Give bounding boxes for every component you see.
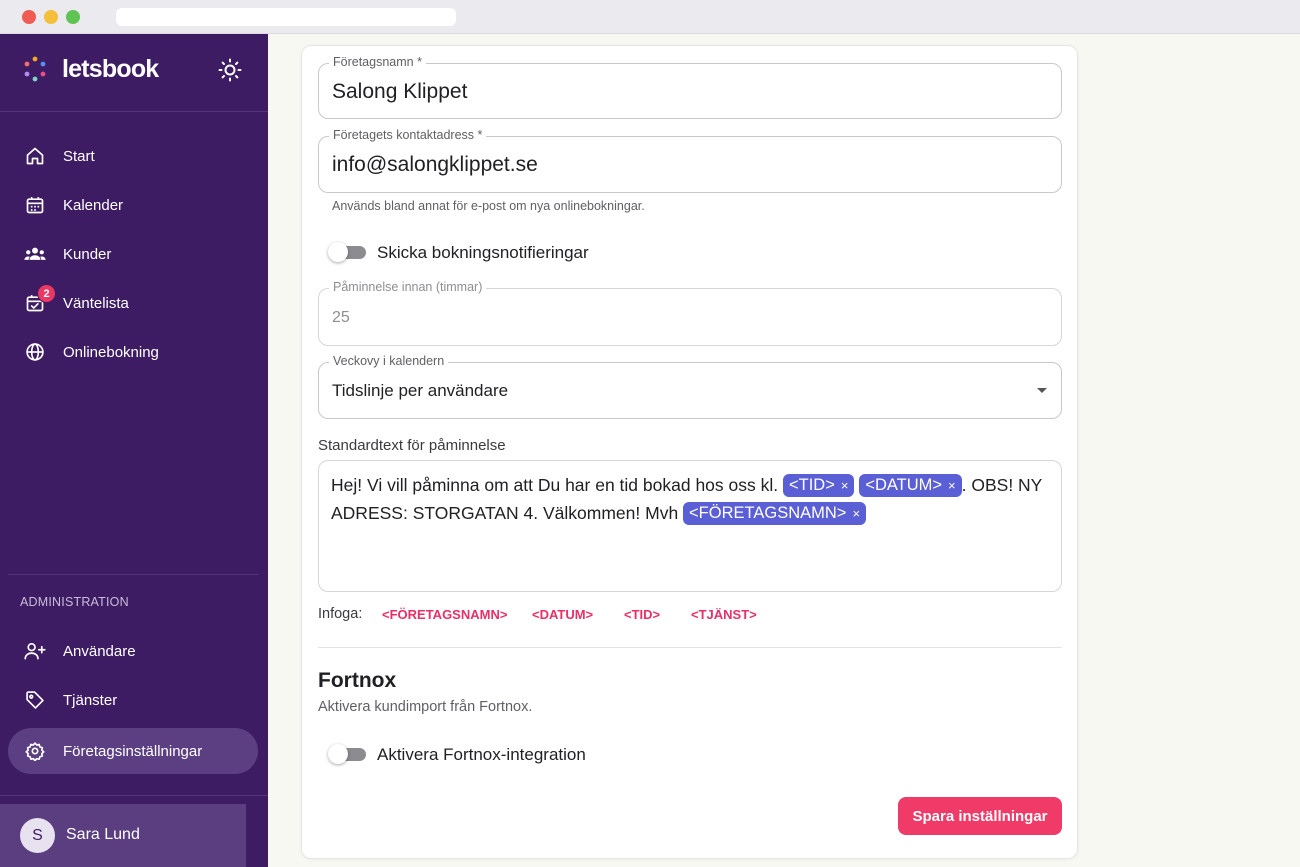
chevron-down-icon	[1037, 388, 1047, 393]
sidebar-item-kunder[interactable]: Kunder	[8, 231, 258, 277]
insert-company-tag-button[interactable]: <FÖRETAGSNAMN>	[382, 607, 507, 622]
week-view-value: Tidslinje per användare	[332, 381, 509, 400]
users-icon	[24, 244, 46, 264]
tid-token-chip[interactable]: <TID> ×	[783, 474, 855, 497]
save-settings-button[interactable]: Spara inställningar	[898, 797, 1062, 835]
week-view-select[interactable]: Veckovy i kalendern Tidslinje per använd…	[318, 354, 1062, 419]
sidebar-item-label: Onlinebokning	[63, 343, 159, 361]
reminder-hours-label: Påminnelse innan (timmar)	[329, 280, 487, 294]
sidebar-item-onlinebokning[interactable]: Onlinebokning	[8, 329, 258, 375]
sidebar: letsbook Start Kalender Kunder 2 Vänteli…	[0, 34, 268, 867]
fortnox-description: Aktivera kundimport från Fortnox.	[318, 699, 533, 715]
company-token-chip[interactable]: <FÖRETAGSNAMN> ×	[683, 502, 867, 525]
tag-icon	[24, 690, 46, 710]
close-icon[interactable]: ×	[948, 474, 956, 497]
company-name-field[interactable]: Företagsnamn * Salong Klippet	[318, 55, 1062, 119]
sidebar-item-label: Kalender	[63, 196, 124, 214]
fortnox-title: Fortnox	[318, 669, 397, 692]
company-name-input[interactable]: Salong Klippet	[332, 80, 467, 104]
avatar: S	[20, 818, 55, 853]
sidebar-divider	[8, 574, 258, 575]
reminder-text-part: Hej! Vi vill påminna om att Du har en ti…	[331, 475, 779, 495]
sidebar-divider	[0, 795, 268, 796]
home-icon	[24, 146, 46, 166]
maximize-window-button[interactable]	[66, 10, 80, 24]
datum-token-chip[interactable]: <DATUM> ×	[859, 474, 962, 497]
chip-label: <TID>	[789, 476, 835, 494]
sidebar-item-start[interactable]: Start	[8, 133, 258, 179]
sidebar-item-label: Kunder	[63, 245, 112, 263]
address-bar[interactable]	[116, 8, 456, 26]
window-titlebar	[0, 0, 1300, 34]
theme-toggle-button[interactable]	[216, 56, 244, 84]
week-view-label: Veckovy i kalendern	[329, 354, 449, 368]
globe-icon	[24, 342, 46, 362]
sun-icon	[218, 58, 242, 82]
fortnox-toggle[interactable]	[328, 743, 366, 765]
close-icon[interactable]: ×	[852, 502, 860, 525]
reminder-text-label: Standardtext för påminnelse	[318, 437, 506, 454]
contact-address-label: Företagets kontaktadress *	[329, 128, 487, 142]
insert-tjanst-tag-button[interactable]: <TJÄNST>	[691, 607, 757, 622]
insert-datum-tag-button[interactable]: <DATUM>	[532, 607, 593, 622]
close-window-button[interactable]	[22, 10, 36, 24]
sidebar-item-label: Företagsinställningar	[63, 742, 203, 760]
reminder-hours-field: Påminnelse innan (timmar) 25	[318, 280, 1062, 346]
brand-name: letsbook	[62, 55, 159, 83]
fortnox-toggle-label: Aktivera Fortnox-integration	[377, 745, 586, 764]
contact-address-input[interactable]: info@salongklippet.se	[332, 153, 538, 177]
insert-tid-tag-button[interactable]: <TID>	[624, 607, 660, 622]
sidebar-item-label: Start	[63, 147, 95, 165]
sidebar-item-label: Användare	[63, 642, 136, 660]
user-name: Sara Lund	[66, 826, 140, 843]
waitlist-count-badge: 2	[37, 284, 56, 303]
sidebar-item-foretagsinstallningar[interactable]: Företagsinställningar	[8, 728, 258, 774]
settings-card: Företagsnamn * Salong Klippet Företagets…	[301, 45, 1078, 859]
section-divider	[318, 647, 1062, 648]
reminder-text-editor[interactable]: Hej! Vi vill påminna om att Du har en ti…	[318, 460, 1062, 592]
user-plus-icon	[24, 641, 46, 661]
toggle-thumb	[328, 242, 348, 262]
sidebar-item-anvandare[interactable]: Användare	[8, 628, 258, 674]
letsbook-logo-icon	[24, 56, 46, 82]
minimize-window-button[interactable]	[44, 10, 58, 24]
reminder-hours-input: 25	[332, 309, 350, 326]
sidebar-item-kalender[interactable]: Kalender	[8, 182, 258, 228]
chip-label: <DATUM>	[865, 476, 943, 494]
sidebar-item-vantelista[interactable]: 2 Väntelista	[8, 280, 258, 326]
close-icon[interactable]: ×	[841, 474, 849, 497]
sidebar-item-label: Tjänster	[63, 691, 118, 709]
company-name-label: Företagsnamn *	[329, 55, 426, 69]
admin-section-label: ADMINISTRATION	[20, 595, 129, 609]
contact-address-helper: Används bland annat för e-post om nya on…	[332, 199, 645, 213]
gear-icon	[24, 741, 46, 761]
notifications-toggle[interactable]	[328, 241, 366, 263]
user-profile-menu[interactable]: S Sara Lund	[0, 804, 246, 867]
contact-address-field[interactable]: Företagets kontaktadress * info@salongkl…	[318, 128, 1062, 193]
toggle-thumb	[328, 744, 348, 764]
calendar-icon	[24, 195, 46, 215]
sidebar-item-tjanster[interactable]: Tjänster	[8, 677, 258, 723]
sidebar-item-label: Väntelista	[63, 294, 129, 312]
main-content: Företagsnamn * Salong Klippet Företagets…	[268, 34, 1300, 867]
notifications-toggle-label: Skicka bokningsnotifieringar	[377, 243, 589, 262]
brand-header: letsbook	[0, 34, 268, 112]
chip-label: <FÖRETAGSNAMN>	[689, 504, 847, 522]
insert-label: Infoga:	[318, 606, 363, 622]
